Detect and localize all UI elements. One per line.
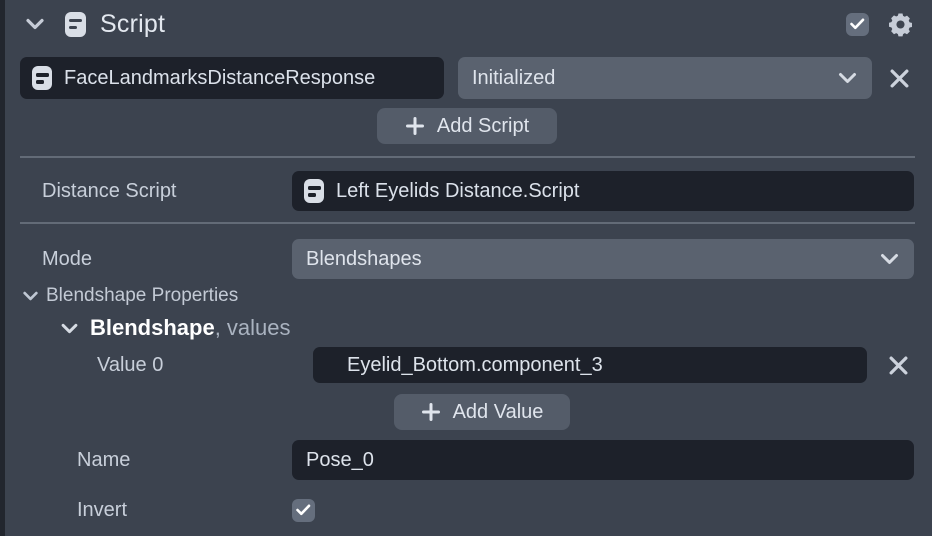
add-script-label: Add Script bbox=[437, 115, 529, 138]
script-icon bbox=[65, 12, 86, 37]
script-state-dropdown[interactable]: Initialized bbox=[458, 57, 872, 99]
script-icon bbox=[304, 179, 324, 203]
blendshape-values-label-strong: Blendshape bbox=[90, 315, 215, 341]
script-component-inspector-panel: Script FaceLandmarksDistanceResponse Ini… bbox=[0, 0, 932, 536]
header-actions bbox=[846, 11, 914, 38]
section-divider bbox=[20, 156, 915, 158]
mode-value: Blendshapes bbox=[306, 248, 422, 271]
plus-icon bbox=[421, 402, 441, 422]
value-0-label: Value 0 bbox=[97, 354, 313, 377]
mode-row: Mode Blendshapes bbox=[42, 239, 922, 279]
name-row: Name Pose_0 bbox=[77, 441, 922, 479]
chevron-down-icon[interactable] bbox=[58, 317, 80, 339]
remove-script-button[interactable] bbox=[886, 65, 912, 91]
invert-label: Invert bbox=[77, 499, 292, 522]
page-title: Script bbox=[100, 10, 165, 39]
value-0-field[interactable]: Eyelid_Bottom.component_3 bbox=[313, 347, 867, 383]
invert-checkbox[interactable] bbox=[292, 499, 315, 522]
gear-icon[interactable] bbox=[887, 11, 914, 38]
distance-script-label: Distance Script bbox=[42, 180, 292, 203]
blendshape-properties-tree-node[interactable]: Blendshape Properties bbox=[20, 283, 238, 309]
distance-script-row: Distance Script Left Eyelids Distance.Sc… bbox=[42, 171, 922, 211]
script-asset-row: FaceLandmarksDistanceResponse Initialize… bbox=[20, 57, 915, 99]
component-enabled-checkbox[interactable] bbox=[846, 13, 869, 36]
distance-script-field[interactable]: Left Eyelids Distance.Script bbox=[292, 171, 914, 211]
value-0-row: Value 0 Eyelid_Bottom.component_3 bbox=[97, 347, 922, 383]
chevron-down-icon bbox=[838, 72, 857, 84]
script-asset-name: FaceLandmarksDistanceResponse bbox=[64, 67, 375, 90]
value-0-value: Eyelid_Bottom.component_3 bbox=[347, 354, 603, 377]
name-input[interactable]: Pose_0 bbox=[292, 440, 914, 480]
section-divider bbox=[20, 222, 915, 224]
add-value-label: Add Value bbox=[453, 401, 544, 424]
blendshape-values-label-rest: , values bbox=[215, 315, 291, 341]
chevron-down-icon[interactable] bbox=[22, 11, 48, 37]
panel-left-rail bbox=[0, 0, 5, 536]
name-label: Name bbox=[77, 449, 292, 472]
add-script-button[interactable]: Add Script bbox=[377, 108, 557, 144]
name-value: Pose_0 bbox=[306, 449, 374, 472]
plus-icon bbox=[405, 116, 425, 136]
invert-row: Invert bbox=[77, 494, 922, 526]
mode-dropdown[interactable]: Blendshapes bbox=[292, 239, 914, 279]
script-icon bbox=[32, 66, 52, 90]
add-value-button[interactable]: Add Value bbox=[394, 394, 570, 430]
chevron-down-icon bbox=[880, 253, 899, 265]
mode-label: Mode bbox=[42, 248, 292, 271]
blendshape-properties-label: Blendshape Properties bbox=[46, 285, 238, 307]
blendshape-values-tree-node[interactable]: Blendshape , values bbox=[58, 313, 291, 343]
distance-script-value: Left Eyelids Distance.Script bbox=[336, 180, 579, 203]
chevron-down-icon[interactable] bbox=[20, 286, 40, 306]
component-header: Script bbox=[5, 0, 932, 48]
remove-value-0-button[interactable] bbox=[885, 352, 911, 378]
script-asset-field[interactable]: FaceLandmarksDistanceResponse bbox=[20, 57, 444, 99]
script-state-value: Initialized bbox=[472, 67, 555, 90]
